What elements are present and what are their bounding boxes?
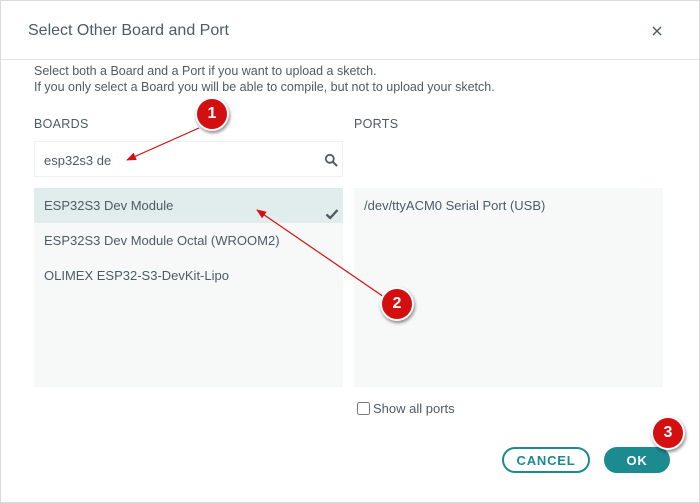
cancel-button[interactable]: CANCEL xyxy=(502,447,590,473)
board-search-box xyxy=(34,141,343,177)
dialog-titlebar: Select Other Board and Port xyxy=(1,1,699,60)
description-line-1: Select both a Board and a Port if you wa… xyxy=(34,64,377,78)
close-icon[interactable] xyxy=(649,23,665,39)
board-item-label: ESP32S3 Dev Module xyxy=(44,198,174,213)
ok-button[interactable]: OK xyxy=(604,447,670,473)
checkmark-icon xyxy=(325,199,339,220)
show-all-ports-label: Show all ports xyxy=(373,401,455,416)
board-search-input[interactable] xyxy=(44,151,314,169)
annotation-marker-2: 2 xyxy=(380,287,414,321)
boards-list: ESP32S3 Dev Module ESP32S3 Dev Module Oc… xyxy=(34,188,343,387)
search-icon[interactable] xyxy=(324,153,338,167)
board-item-label: ESP32S3 Dev Module Octal (WROOM2) xyxy=(44,233,280,248)
annotation-marker-1: 1 xyxy=(195,97,229,131)
show-all-ports-checkbox[interactable] xyxy=(357,402,370,415)
board-item-label: OLIMEX ESP32-S3-DevKit-Lipo xyxy=(44,268,229,283)
annotation-marker-3: 3 xyxy=(651,416,685,450)
show-all-ports-toggle[interactable]: Show all ports xyxy=(357,401,455,416)
boards-label: BOARDS xyxy=(34,117,89,131)
select-board-port-dialog: Select Other Board and Port Select both … xyxy=(0,0,700,503)
board-item-esp32s3-dev-module[interactable]: ESP32S3 Dev Module xyxy=(34,188,343,223)
dialog-title: Select Other Board and Port xyxy=(28,22,229,39)
port-item-ttyacm0[interactable]: /dev/ttyACM0 Serial Port (USB) xyxy=(354,188,663,223)
board-item-olimex-esp32-s3-devkit-lipo[interactable]: OLIMEX ESP32-S3-DevKit-Lipo xyxy=(34,258,343,293)
description-line-2: If you only select a Board you will be a… xyxy=(34,80,495,94)
board-item-esp32s3-dev-module-octal[interactable]: ESP32S3 Dev Module Octal (WROOM2) xyxy=(34,223,343,258)
ports-label: PORTS xyxy=(354,117,399,131)
